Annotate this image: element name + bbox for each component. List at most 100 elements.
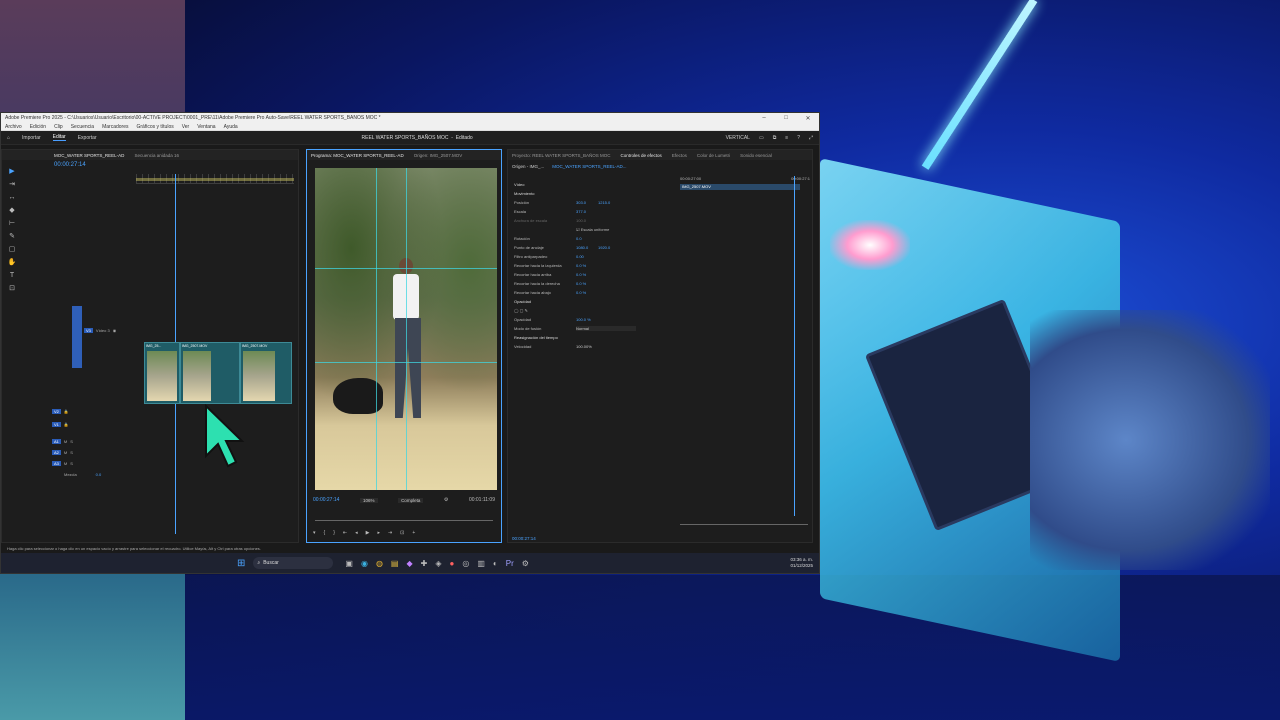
effect-row[interactable]: Recortar hacia arriba 0.0 % — [514, 270, 674, 279]
home-icon[interactable]: ⌂ — [7, 135, 10, 141]
type-icon[interactable]: T — [7, 271, 17, 281]
timeline-clip[interactable]: IMG_2507.MOV — [240, 342, 292, 404]
lock-icon[interactable]: 🔒 — [64, 422, 69, 427]
chrome-icon[interactable]: ◍ — [376, 559, 383, 568]
program-scrubber[interactable] — [315, 520, 493, 521]
effect-row[interactable]: Punto de anclaje 1080.0 1920.0 — [514, 243, 674, 252]
work-area-bar[interactable] — [136, 178, 294, 181]
task-view-icon[interactable]: ▣ — [345, 559, 353, 568]
rectangle-icon[interactable]: ▢ — [7, 245, 17, 255]
add-icon[interactable]: + — [412, 530, 415, 538]
ripple-edit-icon[interactable]: ↔ — [7, 193, 17, 203]
go-to-out-icon[interactable]: ⇥ — [388, 530, 392, 538]
workspace-icon[interactable]: ▭ — [759, 135, 764, 141]
guide-vertical[interactable] — [376, 168, 377, 490]
effect-row[interactable]: Velocidad 100.00% — [514, 342, 674, 351]
effect-row[interactable]: Reasignación del tiempo — [514, 333, 674, 342]
caption-icon[interactable]: ⊡ — [7, 284, 17, 294]
app-icon[interactable]: ◈ — [435, 559, 441, 568]
track-id-a3[interactable]: A3 — [52, 460, 61, 466]
effect-row[interactable]: Recortar hacia la derecha 0.0 % — [514, 279, 674, 288]
effect-row[interactable]: Modo de fusión Normal — [514, 324, 674, 333]
tab-effects[interactable]: Efectos — [672, 153, 687, 158]
help-icon[interactable]: ? — [797, 135, 800, 141]
tab-source[interactable]: Origen: IMG_2507.MOV — [414, 153, 463, 158]
pen-mask-icon[interactable]: ✎ — [525, 308, 528, 313]
track-id-v1[interactable]: V1 — [52, 421, 61, 427]
effect-timeline[interactable]: 00:00:27:00 00:00:27:1 IMG_2507.MOV — [680, 176, 810, 516]
effect-row[interactable]: Recortar hacia abajo 0.0 % — [514, 288, 674, 297]
pen-icon[interactable]: ✎ — [7, 232, 17, 242]
app-icon[interactable]: ◐ — [493, 559, 498, 568]
menu-marcadores[interactable]: Marcadores — [102, 124, 128, 130]
track-id-a1[interactable]: A1 — [52, 438, 61, 444]
in-point-icon[interactable]: { — [324, 530, 326, 538]
selection-tool-icon[interactable]: ▶ — [7, 167, 17, 177]
mix-value[interactable]: 0.0 — [96, 472, 102, 477]
minimize-button[interactable]: – — [753, 115, 775, 121]
timeline-clip[interactable]: IMG_25... — [144, 342, 180, 404]
step-back-icon[interactable]: ◂ — [355, 530, 358, 538]
tab-importar[interactable]: Importar — [22, 135, 41, 141]
mute-icon[interactable]: M — [64, 439, 67, 444]
settings-icon[interactable]: ⚙ — [522, 559, 529, 568]
tab-essential-sound[interactable]: Sonido esencial — [740, 153, 772, 158]
tab-lumetri[interactable]: Color de Lumetri — [697, 153, 730, 158]
menu-ayuda[interactable]: Ayuda — [224, 124, 238, 130]
timeline-clip[interactable]: IMG_2507.MOV — [180, 342, 240, 404]
zoom-select[interactable]: 106% — [359, 497, 378, 503]
track-select-icon[interactable]: ⇥ — [7, 180, 17, 190]
track-id-v2[interactable]: V2 — [52, 408, 61, 414]
app-icon[interactable]: ◎ — [462, 559, 469, 568]
tab-program[interactable]: Programa: MOC_WATER SPORTS_REEL-AD — [311, 153, 404, 158]
tab-exportar[interactable]: Exportar — [78, 135, 97, 141]
taskbar-search[interactable]: ⌕ Buscar — [253, 557, 334, 569]
tab-sequence-nested[interactable]: Secuencia anidada 16 — [134, 153, 179, 158]
marker-icon[interactable]: ▾ — [313, 530, 316, 538]
effect-row[interactable]: Recortar hacia la izquierda 0.0 % — [514, 261, 674, 270]
effect-row[interactable]: ☑ Escala uniforme — [514, 225, 674, 234]
effect-row[interactable]: Movimiento — [514, 189, 674, 198]
fullscreen-icon[interactable]: ⤢ — [809, 135, 813, 141]
share-icon[interactable]: ⧉ — [773, 135, 777, 141]
layout-label[interactable]: VERTICAL — [726, 135, 750, 141]
wrench-icon[interactable]: ⚙ — [444, 497, 448, 503]
out-point-icon[interactable]: } — [333, 530, 335, 538]
quality-select[interactable]: Completa — [398, 497, 424, 503]
go-to-in-icon[interactable]: ⇤ — [343, 530, 347, 538]
tab-project[interactable]: Proyecto: REEL WATER SPORTS_BAÑOS MOC — [512, 153, 611, 158]
menu-archivo[interactable]: Archivo — [5, 124, 22, 130]
export-frame-icon[interactable]: ⊡ — [400, 530, 404, 538]
app-icon[interactable]: ▥ — [477, 559, 485, 568]
slip-icon[interactable]: ⊢ — [7, 219, 17, 229]
sequence-clip-select[interactable]: MOC_WATER SPORTS_REEL-AD... — [552, 164, 626, 169]
effect-scrollbar[interactable] — [680, 524, 808, 525]
ellipse-mask-icon[interactable]: ◯ — [514, 308, 518, 313]
razor-icon[interactable]: ◆ — [7, 206, 17, 216]
tab-effect-controls[interactable]: Controles de efectos — [621, 153, 662, 158]
effect-timecode[interactable]: 00:00:27:14 — [512, 536, 536, 541]
effect-row[interactable]: Posición 303.0 1215.0 — [514, 198, 674, 207]
rect-mask-icon[interactable]: ▢ — [520, 308, 524, 313]
guide-horizontal[interactable] — [315, 268, 497, 269]
menu-clip[interactable]: Clip — [54, 124, 63, 130]
effect-row[interactable]: Escala 377.0 — [514, 207, 674, 216]
system-tray[interactable]: 03:36 a. m. 01/12/2025 — [790, 557, 813, 569]
mute-icon[interactable]: M — [64, 450, 67, 455]
effect-row[interactable]: Opacidad 100.0 % — [514, 315, 674, 324]
menu-ventana[interactable]: Ventana — [197, 124, 215, 130]
edge-icon[interactable]: ◉ — [361, 559, 368, 568]
lock-icon[interactable]: 🔒 — [64, 409, 69, 414]
hand-icon[interactable]: ✋ — [7, 258, 17, 268]
menu-secuencia[interactable]: Secuencia — [71, 124, 94, 130]
premiere-icon[interactable]: Pr — [506, 559, 514, 568]
guide-vertical[interactable] — [406, 168, 407, 490]
effect-row[interactable]: Rotación 0.0 — [514, 234, 674, 243]
tab-editar[interactable]: Editar — [52, 134, 66, 141]
effect-row[interactable]: Filtro antiparpadeo 0.00 — [514, 252, 674, 261]
menu-icon[interactable]: ≡ — [785, 135, 788, 141]
solo-icon[interactable]: S — [70, 439, 73, 444]
play-icon[interactable]: ▶ — [366, 530, 370, 538]
close-button[interactable]: ✕ — [797, 115, 819, 122]
menu-graficos[interactable]: Gráficos y títulos — [136, 124, 173, 130]
